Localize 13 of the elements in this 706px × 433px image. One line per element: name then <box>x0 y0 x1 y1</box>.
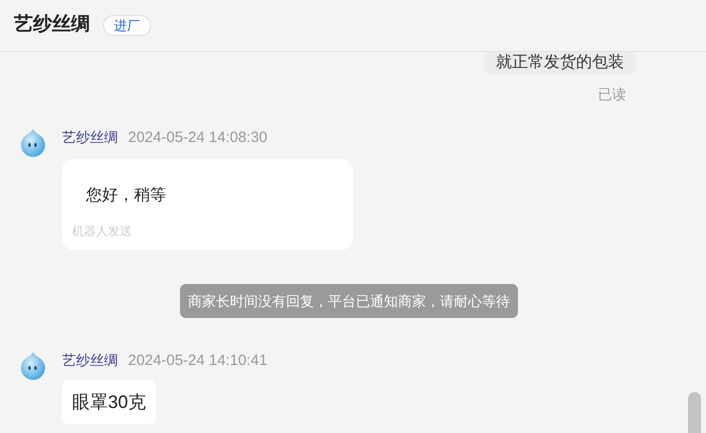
message-bubble: 眼罩30克 <box>62 380 156 424</box>
avatar-icon <box>18 350 48 382</box>
read-status: 已读 <box>598 85 626 104</box>
message-bubble: 就正常发货的包装 <box>484 52 636 74</box>
sender-name: 艺纱丝绸 <box>62 350 118 370</box>
message-text: 您好，稍等 <box>85 186 167 206</box>
message-time: 2024-05-24 14:08:30 <box>128 128 268 148</box>
message-time: 2024-05-24 14:10:41 <box>128 350 268 370</box>
sender-name: 艺纱丝绸 <box>62 128 118 147</box>
system-notice: 商家长时间没有回复，平台已通知商家，请耐心等待 <box>180 284 518 318</box>
status-tag: 进厂 <box>103 14 151 36</box>
chat-title: 艺纱丝绸 <box>14 13 90 38</box>
avatar-icon <box>18 127 48 159</box>
